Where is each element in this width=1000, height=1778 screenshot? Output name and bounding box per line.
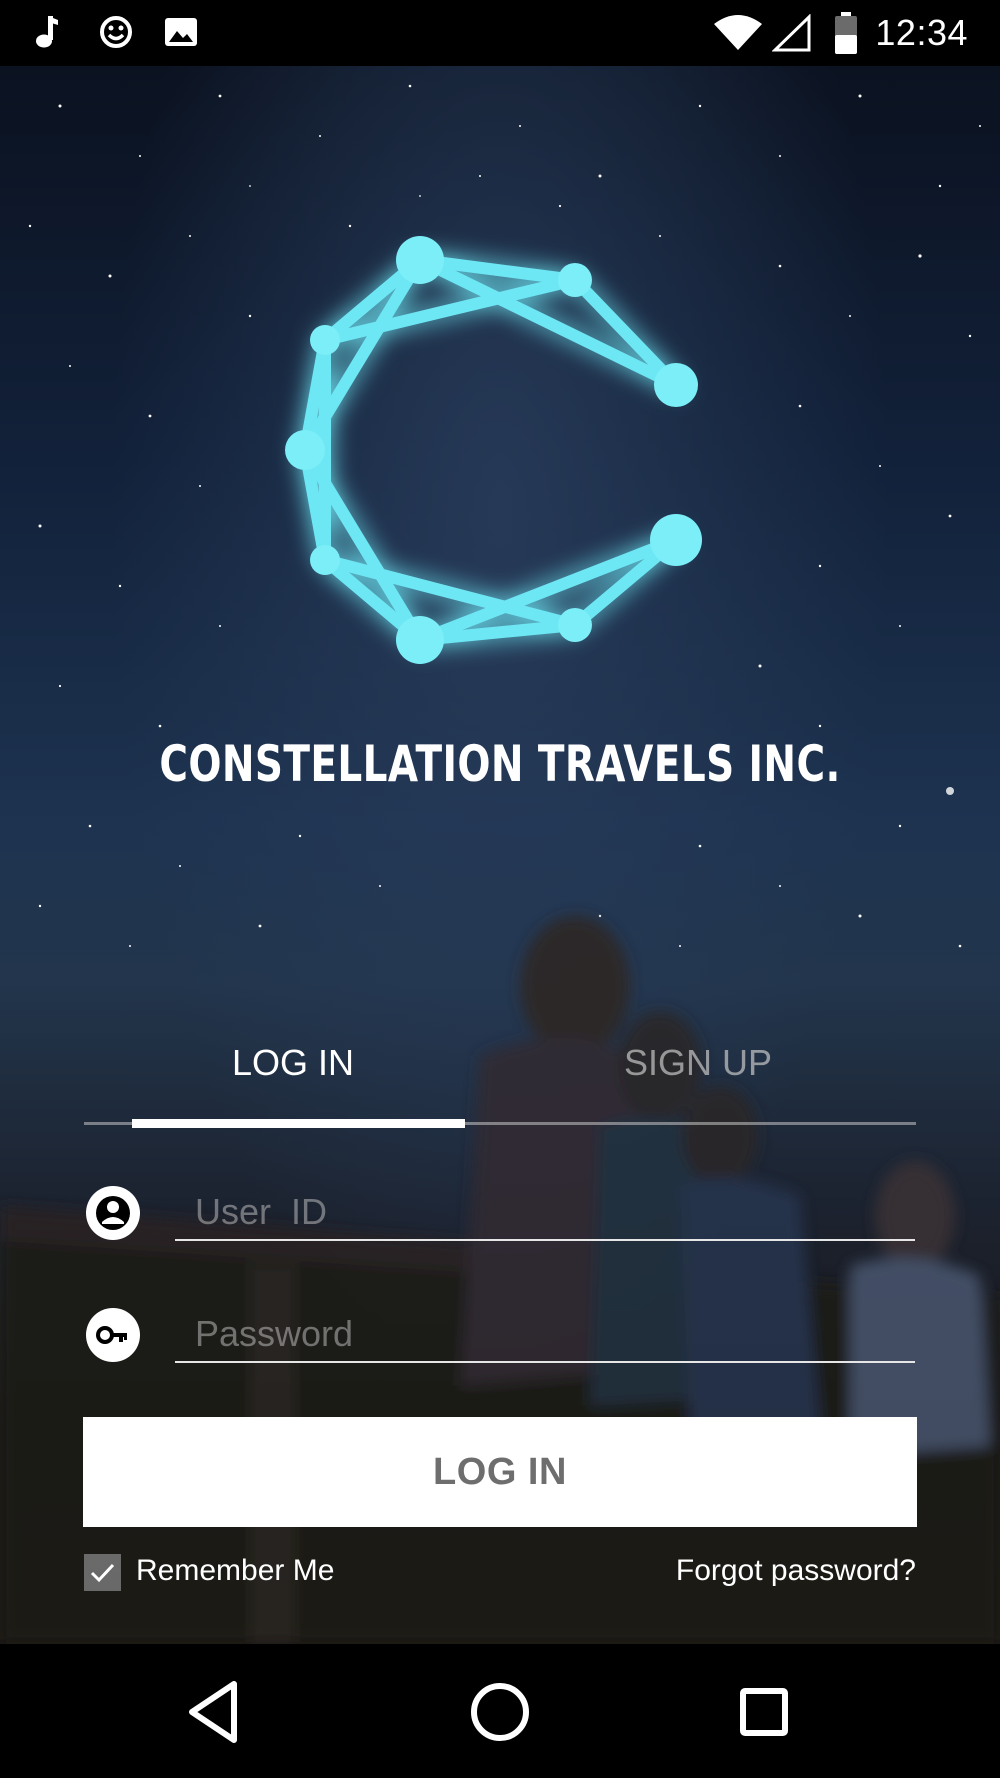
login-screen: 12:34 CONSTELLATION TRAVELS INC. LOG IN … [0,0,1000,1778]
wifi-icon [712,14,764,57]
home-icon[interactable] [460,1674,540,1750]
log-in-button[interactable]: LOG IN [83,1417,917,1527]
tab-sign-up[interactable]: SIGN UP [624,1042,772,1084]
remember-me-label[interactable]: Remember Me [136,1554,334,1588]
tab-log-in[interactable]: LOG IN [232,1042,354,1084]
company-name: CONSTELLATION TRAVELS INC. [159,735,841,793]
cellular-signal-icon [771,13,812,57]
active-tab-indicator [132,1119,465,1128]
smiley-icon [98,14,134,55]
back-icon[interactable] [174,1674,254,1750]
music-note-icon [34,14,60,55]
image-icon [163,14,199,55]
navigation-bar [0,1644,1000,1778]
forgot-password-link[interactable]: Forgot password? [676,1554,916,1588]
remember-me-checkbox[interactable] [84,1554,121,1591]
user-id-input[interactable] [175,1185,915,1241]
status-time: 12:34 [875,12,968,53]
constellation-logo [285,236,702,664]
key-icon [86,1308,140,1362]
person-icon [86,1186,140,1240]
recents-icon[interactable] [724,1674,804,1750]
status-bar: 12:34 [0,0,1000,66]
battery-icon [834,11,858,60]
password-input[interactable] [175,1307,915,1363]
checkmark-icon [90,1563,115,1583]
